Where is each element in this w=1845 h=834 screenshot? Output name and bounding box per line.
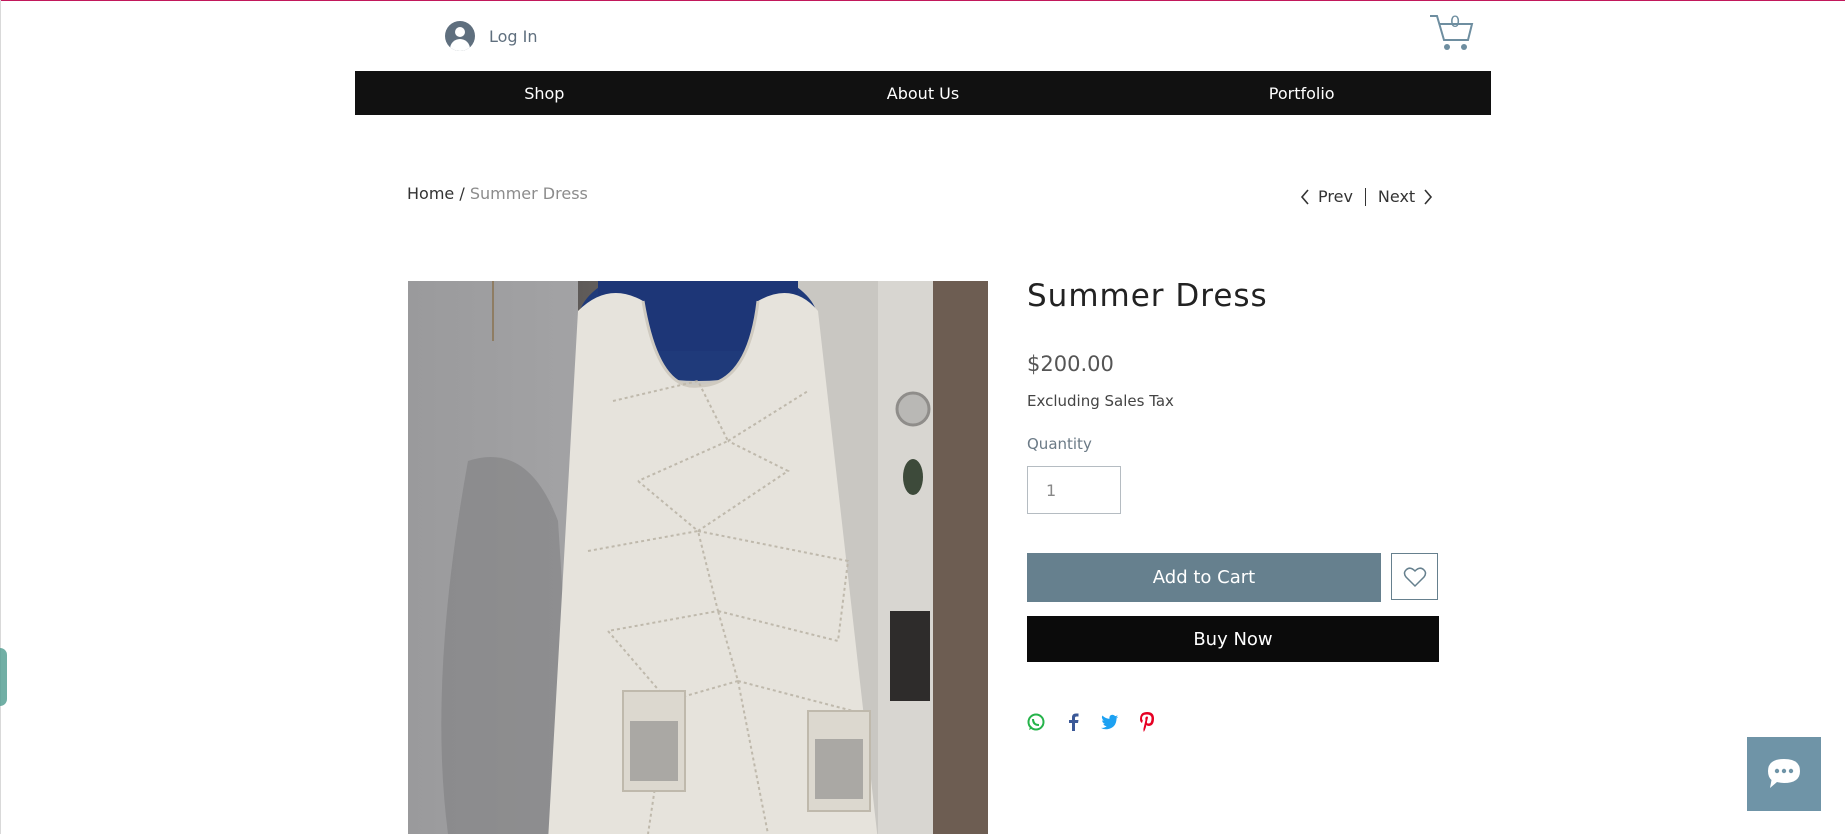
prev-button[interactable]: Prev bbox=[1300, 187, 1353, 206]
login-label: Log In bbox=[489, 26, 538, 46]
prev-label: Prev bbox=[1318, 187, 1353, 206]
login-button[interactable]: Log In bbox=[445, 21, 538, 51]
cart-button[interactable]: 0 bbox=[1428, 12, 1474, 52]
product-title: Summer Dress bbox=[1027, 278, 1268, 314]
chat-button[interactable] bbox=[1747, 737, 1821, 811]
frame-edge bbox=[0, 0, 1, 834]
dress-photo bbox=[408, 281, 988, 834]
tax-note: Excluding Sales Tax bbox=[1027, 392, 1174, 410]
side-widget-tab[interactable] bbox=[0, 648, 7, 706]
buy-now-button[interactable]: Buy Now bbox=[1027, 616, 1439, 662]
breadcrumb: Home / Summer Dress bbox=[407, 184, 588, 203]
quantity-input[interactable] bbox=[1027, 466, 1121, 514]
top-border bbox=[0, 0, 1845, 1]
heart-icon bbox=[1403, 567, 1426, 587]
pinterest-icon[interactable] bbox=[1138, 712, 1156, 732]
breadcrumb-home[interactable]: Home bbox=[407, 184, 454, 203]
product-price: $200.00 bbox=[1027, 352, 1114, 376]
share-bar bbox=[1027, 712, 1156, 732]
product-pager: Prev Next bbox=[1300, 187, 1433, 206]
breadcrumb-current: Summer Dress bbox=[469, 184, 588, 203]
next-label: Next bbox=[1377, 187, 1416, 206]
quantity-label: Quantity bbox=[1027, 435, 1092, 453]
main-nav: Shop About Us Portfolio bbox=[355, 71, 1491, 115]
breadcrumb-separator: / bbox=[459, 184, 465, 203]
nav-item-portfolio[interactable]: Portfolio bbox=[1112, 71, 1491, 115]
twitter-icon[interactable] bbox=[1101, 712, 1119, 732]
next-button[interactable]: Next bbox=[1378, 187, 1433, 206]
product-image[interactable] bbox=[408, 281, 988, 834]
wishlist-button[interactable] bbox=[1391, 553, 1438, 600]
whatsapp-icon[interactable] bbox=[1027, 712, 1045, 732]
chevron-left-icon bbox=[1300, 188, 1309, 205]
nav-item-about-us[interactable]: About Us bbox=[734, 71, 1113, 115]
cart-count: 0 bbox=[1450, 12, 1461, 31]
pager-divider bbox=[1364, 187, 1366, 206]
chat-bubble-icon bbox=[1768, 759, 1800, 788]
chevron-right-icon bbox=[1424, 188, 1433, 205]
nav-item-shop[interactable]: Shop bbox=[355, 71, 734, 115]
facebook-icon[interactable] bbox=[1064, 712, 1082, 732]
add-to-cart-button[interactable]: Add to Cart bbox=[1027, 553, 1381, 602]
avatar-icon bbox=[445, 21, 475, 51]
